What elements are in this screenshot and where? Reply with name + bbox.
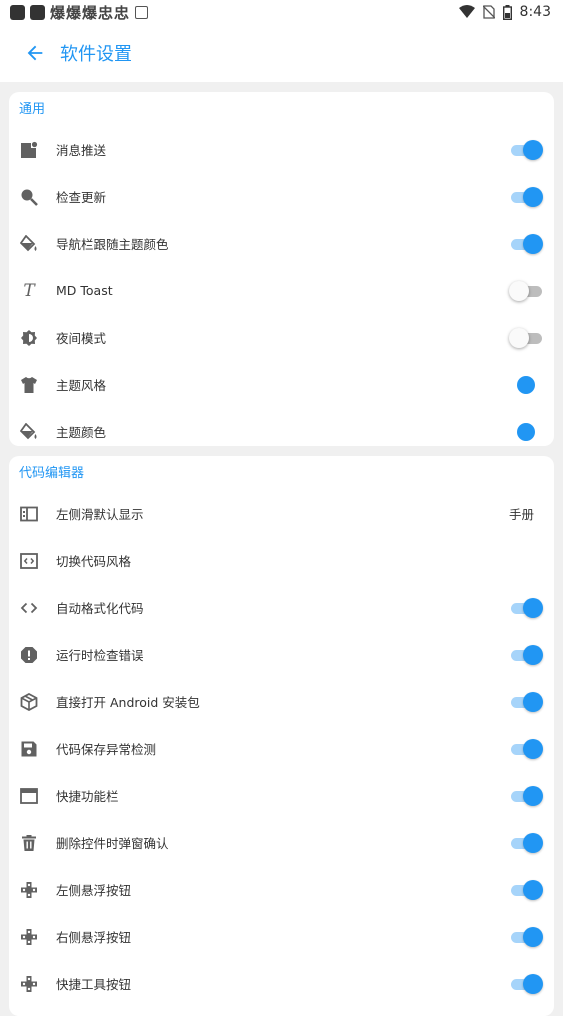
setting-row-navbar-follow-theme[interactable]: 导航栏跟随主题颜色 [9,220,554,267]
runtime-error-check-switch[interactable] [509,644,543,666]
section-title-general: 通用 [19,102,46,117]
trash-icon [19,833,39,853]
setting-label: 删除控件时弹窗确认 [56,836,169,851]
night-mode-switch[interactable] [509,327,543,349]
check-updates-switch[interactable] [509,186,543,208]
save-icon [19,739,39,759]
setting-row-check-updates[interactable]: 检查更新 [9,173,554,220]
arrow-back-icon[interactable] [24,42,46,64]
search-icon [19,187,39,207]
wifi-icon [458,5,475,18]
setting-label: 切换代码风格 [56,554,132,569]
code-icon [19,598,39,618]
general-settings-card: 通用 消息推送 检查更新 导航栏跟随主题颜色 T MD Toast 夜间模式 主… [9,92,554,446]
square-icon [30,4,45,20]
save-exception-detect-switch[interactable] [509,738,543,760]
push-notifications-switch[interactable] [509,139,543,161]
sidebar-icon [19,504,39,524]
setting-label: 左侧滑默认显示 [56,507,144,522]
setting-row-theme-style[interactable]: 主题风格 [9,361,554,408]
quick-tool-button-switch[interactable] [509,973,543,995]
quick-function-bar-switch[interactable] [509,785,543,807]
setting-label: 代码保存异常检测 [56,742,157,757]
setting-label: MD Toast [56,283,113,298]
setting-label: 快捷功能栏 [56,789,119,804]
gamepad-icon [19,880,39,900]
navbar-follow-theme-switch[interactable] [509,233,543,255]
setting-row-right-float-button[interactable]: 右侧悬浮按钮 [9,913,554,960]
battery-icon [502,4,512,20]
tshirt-icon [19,375,39,395]
setting-label: 右侧悬浮按钮 [56,930,132,945]
setting-label: 主题颜色 [56,425,107,440]
brightness-icon [19,328,39,348]
setting-row-switch-code-style[interactable]: 切换代码风格 [9,537,554,584]
setting-label: 导航栏跟随主题颜色 [56,237,169,252]
setting-label: 夜间模式 [56,331,107,346]
setting-row-left-float-button[interactable]: 左侧悬浮按钮 [9,866,554,913]
right-float-button-switch[interactable] [509,926,543,948]
paint-bucket-icon [19,234,39,254]
setting-row-md-toast[interactable]: T MD Toast [9,267,554,314]
a-icon [135,5,149,19]
window-icon [19,786,39,806]
setting-label: 消息推送 [56,143,107,158]
open-apk-directly-switch[interactable] [509,691,543,713]
gamepad-icon [19,927,39,947]
text-italic-icon: T [23,280,35,301]
code-editor-settings-card: 代码编辑器 左侧滑默认显示 手册 切换代码风格 自动格式化代码 运行时检查错误 … [9,456,554,1016]
section-title-code-editor: 代码编辑器 [19,466,85,481]
md-toast-switch[interactable] [509,280,543,302]
status-time: 8:43 [519,4,551,20]
setting-row-left-drawer-default[interactable]: 左侧滑默认显示 手册 [9,490,554,537]
status-bar: 爆爆爆忠忠 8:43 [0,0,563,24]
auto-format-code-switch[interactable] [509,597,543,619]
setting-row-push-notifications[interactable]: 消息推送 [9,126,554,173]
setting-row-auto-format-code[interactable]: 自动格式化代码 [9,584,554,631]
setting-row-runtime-error-check[interactable]: 运行时检查错误 [9,631,554,678]
alert-icon [19,645,39,665]
code-box-icon [19,551,39,571]
gamepad-icon [19,974,39,994]
notification-icon [19,140,39,160]
setting-label: 主题风格 [56,378,107,393]
paint-bucket-icon [19,422,39,442]
package-icon [19,692,39,712]
left-drawer-default-value: 手册 [508,507,534,522]
setting-row-theme-color[interactable]: 主题颜色 [9,408,554,455]
app-icon [10,4,25,20]
left-float-button-switch[interactable] [509,879,543,901]
setting-label: 左侧悬浮按钮 [56,883,132,898]
app-bar: 软件设置 [0,24,563,82]
setting-label: 直接打开 Android 安装包 [56,695,200,710]
setting-row-quick-function-bar[interactable]: 快捷功能栏 [9,772,554,819]
setting-row-night-mode[interactable]: 夜间模式 [9,314,554,361]
theme-style-color-indicator[interactable] [517,375,535,394]
setting-label: 运行时检查错误 [56,648,144,663]
setting-row-save-exception-detect[interactable]: 代码保存异常检测 [9,725,554,772]
page-title: 软件设置 [60,44,132,65]
setting-label: 自动格式化代码 [56,601,144,616]
delete-widget-confirm-switch[interactable] [509,832,543,854]
setting-row-delete-widget-confirm[interactable]: 删除控件时弹窗确认 [9,819,554,866]
setting-label: 检查更新 [56,190,107,205]
setting-label: 快捷工具按钮 [56,977,132,992]
setting-row-open-apk-directly[interactable]: 直接打开 Android 安装包 [9,678,554,725]
no-sim-icon [482,5,495,19]
theme-color-indicator[interactable] [517,422,535,441]
notification-glyphs: 爆爆爆忠忠 [50,3,131,22]
